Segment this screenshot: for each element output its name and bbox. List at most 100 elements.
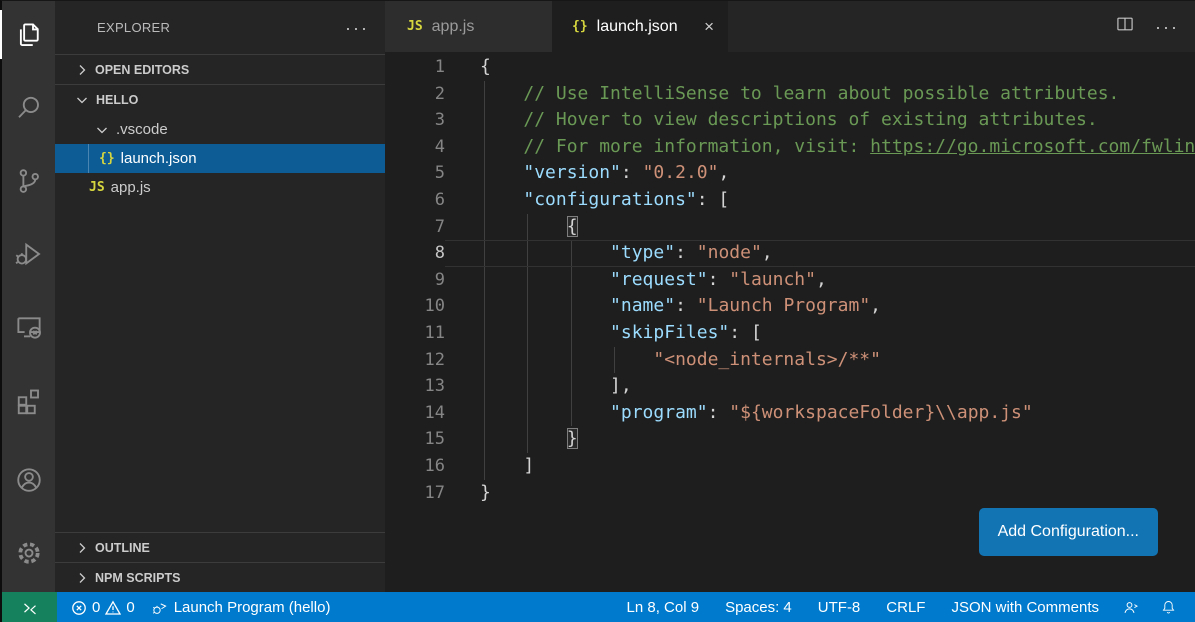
more-actions-icon[interactable]: ···: [1155, 22, 1179, 32]
js-file-icon: JS: [89, 180, 105, 195]
account-activity-button[interactable]: [2, 446, 55, 519]
add-configuration-button[interactable]: Add Configuration...: [979, 508, 1158, 556]
chevron-down-icon: [94, 122, 110, 138]
line-number[interactable]: 6: [385, 187, 445, 214]
language-mode-status[interactable]: JSON with Comments: [938, 592, 1112, 622]
sidebar-title: EXPLORER: [97, 20, 170, 35]
line-content: "program": "${workspaceFolder}\\app.js": [445, 400, 1195, 427]
line-content: // Use IntelliSense to learn about possi…: [445, 81, 1195, 108]
line-number[interactable]: 12: [385, 347, 445, 374]
code-line-12[interactable]: 12 "<node_internals>/**": [385, 347, 1195, 374]
indentation-status[interactable]: Spaces: 4: [712, 592, 805, 622]
settings-gear-icon: [14, 538, 44, 573]
run-debug-icon: [14, 239, 44, 274]
settings-activity-button[interactable]: [2, 519, 55, 592]
tab-launch-json[interactable]: {} launch.json ×: [552, 1, 728, 52]
notifications-status[interactable]: [1150, 592, 1187, 622]
code-line-5[interactable]: 5 "version": "0.2.0",: [385, 160, 1195, 187]
line-content: "request": "launch",: [445, 267, 1195, 294]
code-line-7[interactable]: 7 {: [385, 214, 1195, 241]
json-file-icon: {}: [572, 19, 588, 34]
line-number[interactable]: 7: [385, 214, 445, 241]
split-editor-icon[interactable]: [1115, 14, 1135, 39]
run-debug-activity-button[interactable]: [2, 220, 55, 293]
debug-launch-status[interactable]: Launch Program (hello): [143, 592, 339, 622]
npm-scripts-section[interactable]: NPM SCRIPTS: [55, 562, 385, 592]
tree-file-launch-json[interactable]: {} launch.json: [55, 144, 385, 173]
debug-play-icon: [151, 599, 169, 617]
line-number[interactable]: 14: [385, 400, 445, 427]
line-number[interactable]: 1: [385, 54, 445, 81]
code-line-15[interactable]: 15 }: [385, 426, 1195, 453]
code-line-10[interactable]: 10 "name": "Launch Program",: [385, 293, 1195, 320]
code-line-17[interactable]: 17}: [385, 480, 1195, 507]
code-line-3[interactable]: 3 // Hover to view descriptions of exist…: [385, 107, 1195, 134]
line-content: }: [445, 426, 1195, 453]
bell-icon: [1160, 599, 1177, 616]
line-content: "skipFiles": [: [445, 320, 1195, 347]
code-line-8[interactable]: 8 "type": "node",: [385, 240, 1195, 267]
line-number[interactable]: 2: [385, 81, 445, 108]
code-line-14[interactable]: 14 "program": "${workspaceFolder}\\app.j…: [385, 400, 1195, 427]
code-line-13[interactable]: 13 ],: [385, 373, 1195, 400]
code-line-6[interactable]: 6 "configurations": [: [385, 187, 1195, 214]
status-bar: 0 0 Launch Program (hello) Ln 8, Col 9 S…: [2, 592, 1195, 622]
line-number[interactable]: 8: [385, 240, 445, 267]
code-line-2[interactable]: 2 // Use IntelliSense to learn about pos…: [385, 81, 1195, 108]
encoding-status[interactable]: UTF-8: [805, 592, 874, 622]
eol-status[interactable]: CRLF: [873, 592, 938, 622]
tree-file-app-js[interactable]: JS app.js: [55, 173, 385, 202]
line-content: "name": "Launch Program",: [445, 293, 1195, 320]
feedback-icon: [1122, 599, 1140, 617]
more-actions-icon[interactable]: ···: [345, 23, 369, 33]
cursor-position-status[interactable]: Ln 8, Col 9: [614, 592, 713, 622]
files-icon: [14, 20, 44, 55]
line-number[interactable]: 16: [385, 453, 445, 480]
line-number[interactable]: 9: [385, 267, 445, 294]
tree-folder-vscode[interactable]: .vscode: [55, 115, 385, 144]
open-editors-section[interactable]: OPEN EDITORS: [55, 54, 385, 84]
js-file-icon: JS: [407, 19, 423, 34]
editor[interactable]: 1{2 // Use IntelliSense to learn about p…: [385, 52, 1195, 592]
tree-indent-guide: [88, 144, 89, 173]
error-icon: [71, 600, 87, 616]
line-number[interactable]: 11: [385, 320, 445, 347]
explorer-sidebar: EXPLORER ··· OPEN EDITORS HELLO .vscode …: [55, 1, 385, 592]
code-line-4[interactable]: 4 // For more information, visit: https:…: [385, 134, 1195, 161]
problems-status[interactable]: 0 0: [63, 592, 143, 622]
tab-app-js[interactable]: JS app.js: [385, 1, 552, 52]
code-line-1[interactable]: 1{: [385, 54, 1195, 81]
line-number[interactable]: 10: [385, 293, 445, 320]
tree-root-hello[interactable]: HELLO: [55, 84, 385, 115]
remote-icon: [19, 597, 41, 619]
line-content: // For more information, visit: https://…: [445, 134, 1195, 161]
code-line-16[interactable]: 16 ]: [385, 453, 1195, 480]
line-content: {: [445, 214, 1195, 241]
feedback-status[interactable]: [1112, 592, 1150, 622]
line-number[interactable]: 5: [385, 160, 445, 187]
outline-section[interactable]: OUTLINE: [55, 532, 385, 562]
search-activity-button[interactable]: [2, 74, 55, 147]
chevron-down-icon: [74, 92, 90, 108]
remote-explorer-activity-button[interactable]: [2, 293, 55, 366]
remote-indicator[interactable]: [2, 592, 57, 622]
warning-icon: [105, 600, 121, 616]
extensions-activity-button[interactable]: [2, 366, 55, 439]
extensions-icon: [14, 385, 44, 420]
code-line-11[interactable]: 11 "skipFiles": [: [385, 320, 1195, 347]
chevron-right-icon: [74, 62, 90, 78]
vscode-window: EXPLORER ··· OPEN EDITORS HELLO .vscode …: [0, 0, 1195, 622]
line-number[interactable]: 4: [385, 134, 445, 161]
error-count: 0: [92, 599, 100, 616]
source-control-icon: [14, 166, 44, 201]
remote-explorer-icon: [14, 312, 44, 347]
source-control-activity-button[interactable]: [2, 147, 55, 220]
explorer-activity-button[interactable]: [2, 1, 55, 74]
line-number[interactable]: 13: [385, 373, 445, 400]
line-number[interactable]: 3: [385, 107, 445, 134]
close-icon[interactable]: ×: [704, 17, 714, 37]
line-number[interactable]: 17: [385, 480, 445, 507]
line-content: {: [445, 54, 1195, 81]
line-number[interactable]: 15: [385, 426, 445, 453]
code-line-9[interactable]: 9 "request": "launch",: [385, 267, 1195, 294]
